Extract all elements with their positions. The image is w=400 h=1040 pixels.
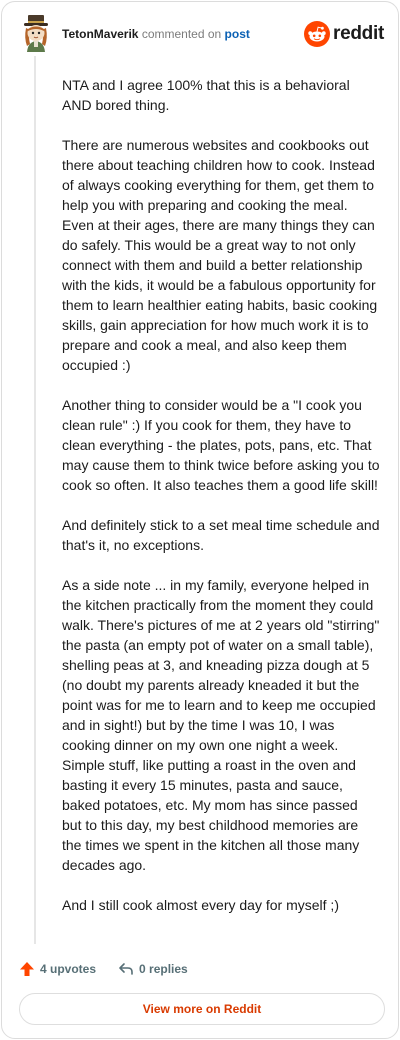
reddit-logo-icon: [304, 21, 331, 47]
upvote-button[interactable]: 4 upvotes: [19, 961, 96, 977]
user-avatar[interactable]: [18, 14, 54, 52]
replies-button[interactable]: 0 replies: [118, 961, 188, 977]
comment-body: NTA and I agree 100% that this is a beha…: [62, 75, 380, 915]
upvote-arrow-icon: [20, 962, 34, 976]
comment-byline: TetonMaverik commented on post: [62, 27, 250, 41]
reply-count: 0 replies: [139, 962, 188, 976]
avatar-icon: [24, 15, 48, 52]
comment-paragraph: And definitely stick to a set meal time …: [62, 517, 380, 553]
upvote-count: 4 upvotes: [40, 962, 97, 976]
thread-line: [34, 56, 36, 944]
comment-header: TetonMaverik commented on post reddit: [18, 14, 384, 54]
comment-paragraph: And I still cook almost every day for my…: [62, 897, 339, 913]
comment-paragraph: Another thing to consider would be a "I …: [62, 397, 380, 493]
comment-paragraph: NTA and I agree 100% that this is a beha…: [62, 77, 350, 113]
reply-arrow-icon: [119, 963, 133, 975]
post-link[interactable]: post: [225, 27, 250, 41]
view-more-button[interactable]: View more on Reddit: [19, 993, 385, 1025]
comment-paragraph: There are numerous websites and cookbook…: [62, 137, 378, 373]
comment-paragraph: As a side note ... in my family, everyon…: [62, 577, 380, 873]
comment-actions: 4 upvotes 0 replies: [19, 960, 188, 978]
reddit-wordmark: reddit: [333, 23, 384, 44]
reddit-brand[interactable]: reddit: [304, 21, 384, 47]
username-link[interactable]: TetonMaverik: [62, 27, 138, 41]
comment-card: TetonMaverik commented on post reddit NT…: [1, 1, 399, 1039]
byline-verb: commented on: [141, 27, 222, 41]
